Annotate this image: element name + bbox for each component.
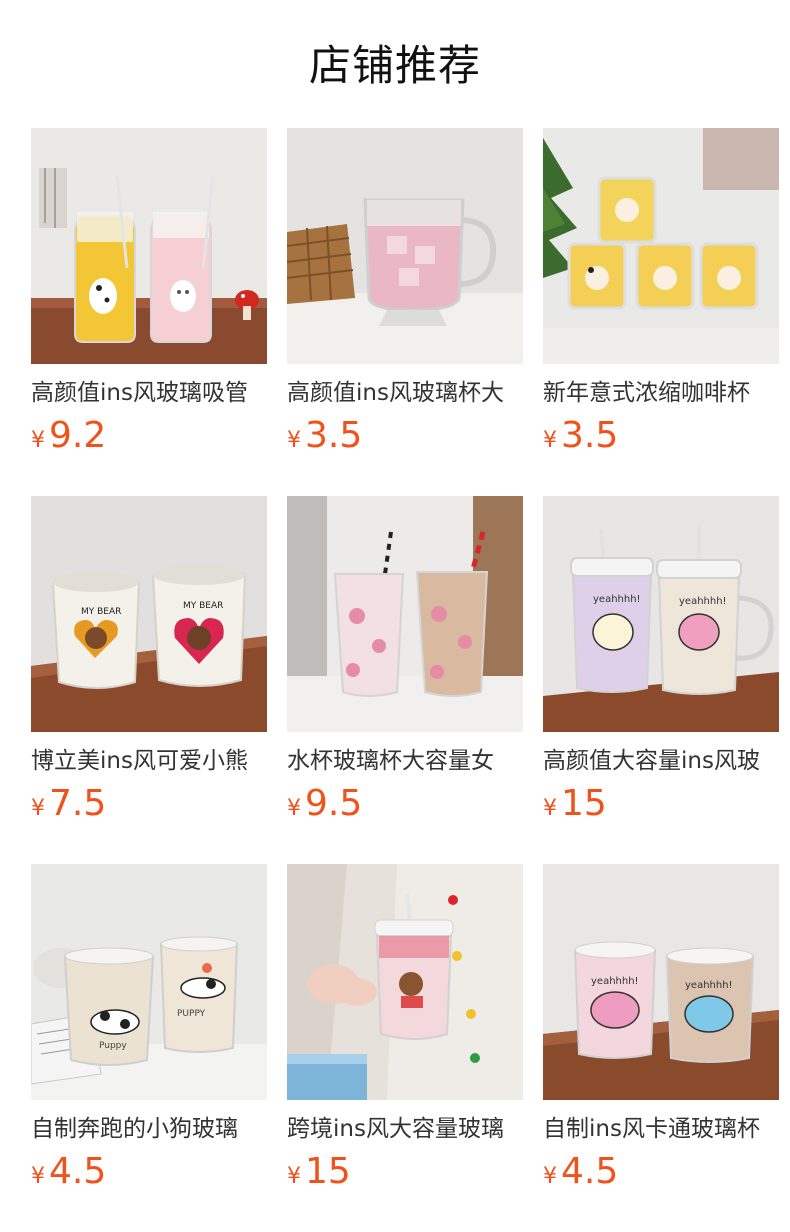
product-card[interactable]: MY BEAR MY BEAR 博立美ins风可爱小熊 ¥7.5 — [31, 496, 267, 864]
product-card[interactable]: PUPPY Puppy 自制奔跑的小狗玻璃 ¥4.5 — [31, 864, 267, 1232]
product-name[interactable]: 高颜值ins风玻璃吸管 — [31, 377, 267, 409]
product-name[interactable]: 水杯玻璃杯大容量女 — [287, 745, 523, 777]
currency-symbol: ¥ — [543, 428, 557, 453]
product-price: ¥3.5 — [287, 414, 362, 464]
product-price: ¥7.5 — [31, 782, 106, 832]
product-card[interactable]: 跨境ins风大容量玻璃 ¥15 — [287, 864, 523, 1232]
product-name[interactable]: 博立美ins风可爱小熊 — [31, 745, 267, 777]
cartoon-glasses-pink-blue-icon[interactable]: yeahhhh! yeahhhh! — [543, 864, 779, 1100]
price-value: 15 — [561, 783, 607, 824]
product-card[interactable]: yeahhhh! yeahhhh! 自制ins风卡通玻璃杯 ¥4.5 — [543, 864, 779, 1232]
currency-symbol: ¥ — [287, 428, 301, 453]
product-card[interactable]: 水杯玻璃杯大容量女 ¥9.5 — [287, 496, 523, 864]
price-value: 3.5 — [561, 415, 619, 456]
currency-symbol: ¥ — [31, 428, 45, 453]
price-value: 9.2 — [49, 415, 107, 456]
svg-text:MY BEAR: MY BEAR — [183, 601, 223, 611]
product-price: ¥4.5 — [543, 1150, 618, 1200]
product-name[interactable]: 自制ins风卡通玻璃杯 — [543, 1113, 779, 1145]
product-card[interactable]: 高颜值ins风玻璃吸管 ¥9.2 — [31, 128, 267, 496]
pink-ice-drink-mug-icon[interactable] — [287, 128, 523, 364]
product-name[interactable]: 跨境ins风大容量玻璃 — [287, 1113, 523, 1145]
product-name[interactable]: 高颜值ins风玻璃杯大 — [287, 377, 523, 409]
product-price: ¥9.5 — [287, 782, 362, 832]
price-value: 9.5 — [305, 783, 363, 824]
product-price: ¥15 — [287, 1150, 351, 1200]
product-price: ¥4.5 — [31, 1150, 106, 1200]
svg-text:Puppy: Puppy — [99, 1041, 127, 1051]
held-straw-cup-bear-icon[interactable] — [287, 864, 523, 1100]
product-grid: 高颜值ins风玻璃吸管 ¥9.2 高颜值ins风玻璃杯大 ¥3.5 新年意式浓缩… — [31, 128, 779, 1232]
svg-text:yeahhhh!: yeahhhh! — [685, 980, 733, 991]
product-price: ¥3.5 — [543, 414, 618, 464]
price-value: 4.5 — [49, 1151, 107, 1192]
currency-symbol: ¥ — [543, 1164, 557, 1189]
price-value: 15 — [305, 1151, 351, 1192]
lidded-mugs-yeahhhh-icon[interactable]: yeahhhh! yeahhhh! — [543, 496, 779, 732]
svg-text:yeahhhh!: yeahhhh! — [679, 596, 727, 607]
svg-text:yeahhhh!: yeahhhh! — [593, 594, 641, 605]
product-name[interactable]: 高颜值大容量ins风玻 — [543, 745, 779, 777]
product-price: ¥15 — [543, 782, 607, 832]
running-puppy-glasses-icon[interactable]: PUPPY Puppy — [31, 864, 267, 1100]
svg-text:yeahhhh!: yeahhhh! — [591, 976, 639, 987]
currency-symbol: ¥ — [31, 1164, 45, 1189]
tall-pink-straw-glasses-icon[interactable] — [287, 496, 523, 732]
currency-symbol: ¥ — [31, 796, 45, 821]
product-card[interactable]: 新年意式浓缩咖啡杯 ¥3.5 — [543, 128, 779, 496]
price-value: 7.5 — [49, 783, 107, 824]
price-value: 3.5 — [305, 415, 363, 456]
two-carafes-yellow-pink-dog-cat-icon[interactable] — [31, 128, 267, 364]
currency-symbol: ¥ — [287, 796, 301, 821]
page-title: 店铺推荐 — [308, 41, 481, 90]
product-price: ¥9.2 — [31, 414, 106, 464]
price-value: 4.5 — [561, 1151, 619, 1192]
currency-symbol: ¥ — [543, 796, 557, 821]
product-card[interactable]: 高颜值ins风玻璃杯大 ¥3.5 — [287, 128, 523, 496]
svg-text:PUPPY: PUPPY — [177, 1009, 206, 1019]
yellow-espresso-cups-bear-icon[interactable] — [543, 128, 779, 364]
product-card[interactable]: yeahhhh! yeahhhh! 高颜值大容量ins风玻 ¥15 — [543, 496, 779, 864]
product-name[interactable]: 自制奔跑的小狗玻璃 — [31, 1113, 267, 1145]
product-name[interactable]: 新年意式浓缩咖啡杯 — [543, 377, 779, 409]
my-bear-ceramic-cups-icon[interactable]: MY BEAR MY BEAR — [31, 496, 267, 732]
currency-symbol: ¥ — [287, 1164, 301, 1189]
svg-text:MY BEAR: MY BEAR — [81, 607, 121, 617]
